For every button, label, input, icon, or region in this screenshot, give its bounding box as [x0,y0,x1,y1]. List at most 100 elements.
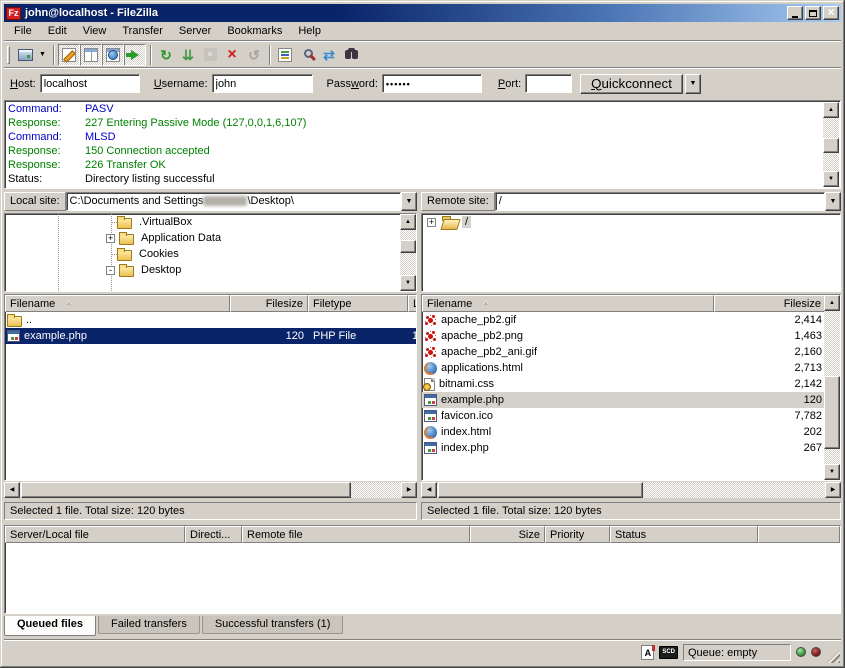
toggle-transfer-queue-button[interactable] [124,44,146,66]
disconnect-button[interactable]: × [221,44,243,66]
scrollbar-thumb[interactable] [824,376,840,449]
menu-bookmarks[interactable]: Bookmarks [219,23,290,40]
process-queue-button[interactable]: ⇊ [177,44,199,66]
file-row[interactable]: apache_pb2_ani.gif2,160 [422,344,826,360]
menu-server[interactable]: Server [171,23,219,40]
menu-file[interactable]: File [6,23,40,40]
file-row[interactable]: favicon.ico7,782 [422,408,826,424]
collapse-icon[interactable]: - [106,266,115,275]
toggle-message-log-button[interactable] [58,44,80,66]
directory-filters-button[interactable] [274,44,296,66]
column-status[interactable]: Status [610,526,758,543]
folder-icon [117,250,132,261]
close-button[interactable] [823,6,839,20]
remote-path-dropdown[interactable]: ▼ [825,192,841,211]
menu-transfer[interactable]: Transfer [114,23,171,40]
file-row[interactable]: bitnami.css2,142 [422,376,826,392]
scroll-left-icon[interactable]: ◀ [4,482,20,498]
resize-grip[interactable] [826,649,840,663]
file-row[interactable]: apache_pb2.gif2,414 [422,312,826,328]
remote-list-header: Filename▲ Filesize [422,295,826,312]
expand-icon[interactable]: + [427,218,436,227]
column-direction[interactable]: Directi... [185,526,242,543]
tree-item-cookies[interactable]: Cookies [5,246,416,262]
column-filesize[interactable]: Filesize [714,295,826,312]
tab-queued-files[interactable]: Queued files [4,616,96,636]
scrollbar-thumb[interactable] [400,240,416,253]
refresh-button[interactable]: ↻ [155,44,177,66]
username-label: Username: [154,78,208,90]
column-filename[interactable]: Filename▲ [422,295,714,312]
scroll-up-icon[interactable]: ▲ [400,214,416,230]
maximize-button[interactable] [805,6,821,20]
toggle-remote-tree-button[interactable] [102,44,124,66]
title-bar[interactable]: Fz john@localhost - FileZilla [4,4,841,22]
host-input[interactable] [40,74,140,93]
file-row[interactable]: index.php267 [422,440,826,456]
scroll-up-icon[interactable]: ▲ [823,102,839,118]
queue-arrow-icon [131,50,139,60]
local-list-hscrollbar[interactable]: ◀ ▶ [4,482,417,498]
html-file-icon [424,362,437,375]
file-row[interactable]: apache_pb2.png1,463 [422,328,826,344]
scrollbar-thumb[interactable] [21,482,351,498]
scroll-left-icon[interactable]: ◀ [421,482,437,498]
file-row-selected[interactable]: example.php120 [422,392,826,408]
remote-list-hscrollbar[interactable]: ◀ ▶ [421,482,841,498]
scrollbar-thumb[interactable] [438,482,643,498]
expand-icon[interactable]: + [106,234,115,243]
scrollbar-thumb[interactable] [823,138,839,153]
toggle-local-tree-button[interactable] [80,44,102,66]
password-input[interactable] [382,74,482,93]
file-row[interactable]: index.html202 [422,424,826,440]
column-last-modified[interactable]: L [408,295,417,312]
minimize-button[interactable] [787,6,803,20]
column-server-local-file[interactable]: Server/Local file [5,526,185,543]
scroll-down-icon[interactable]: ▼ [824,464,840,480]
file-row[interactable]: applications.html2,713 [422,360,826,376]
file-row-parent-dir[interactable]: .. [5,312,416,328]
quickconnect-dropdown[interactable]: ▼ [685,74,701,94]
menu-view[interactable]: View [75,23,115,40]
local-tree-scrollbar[interactable]: ▲ ▼ [400,214,416,291]
find-files-button[interactable] [340,44,362,66]
reconnect-button[interactable]: ↺ [243,44,265,66]
column-filetype[interactable]: Filetype [308,295,408,312]
remote-path-combo[interactable]: / ▼ [495,192,841,211]
username-input[interactable] [212,74,313,93]
remote-site-label: Remote site: [421,192,495,211]
compare-directories-button[interactable] [296,44,318,66]
file-row-selected[interactable]: example.php 120 PHP File 1 [5,328,416,344]
quickconnect-button[interactable]: Quickconnect [580,74,683,94]
site-manager-button[interactable] [14,44,36,66]
column-filename[interactable]: Filename▲ [5,295,230,312]
tree-item-root[interactable]: + / [422,214,840,230]
remote-directory-tree: + / [421,213,841,292]
menu-edit[interactable]: Edit [40,23,75,40]
scroll-up-icon[interactable]: ▲ [824,295,840,311]
column-remote-file[interactable]: Remote file [242,526,470,543]
menu-help[interactable]: Help [290,23,329,40]
tab-failed-transfers[interactable]: Failed transfers [98,616,200,634]
scroll-down-icon[interactable]: ▼ [400,275,416,291]
tree-item-virtualbox[interactable]: .VirtualBox [5,214,416,230]
log-scrollbar[interactable]: ▲ ▼ [823,102,839,187]
column-priority[interactable]: Priority [545,526,610,543]
site-manager-dropdown[interactable]: ▼ [36,44,49,66]
remote-list-scrollbar[interactable]: ▲ ▼ [824,295,840,480]
host-label: Host: [10,78,36,90]
column-filesize[interactable]: Filesize [230,295,308,312]
port-input[interactable] [525,74,572,93]
scroll-down-icon[interactable]: ▼ [823,171,839,187]
synchronized-browsing-button[interactable]: ⇄ [318,44,340,66]
scroll-right-icon[interactable]: ▶ [401,482,417,498]
tree-item-application-data[interactable]: + Application Data [5,230,416,246]
local-path-combo[interactable]: C:\Documents and Settings\Desktop\ ▼ [66,192,417,211]
tab-successful-transfers[interactable]: Successful transfers (1) [202,616,344,634]
cancel-operation-button[interactable]: × [199,44,221,66]
tree-item-desktop[interactable]: - Desktop [5,262,416,278]
local-path-dropdown[interactable]: ▼ [401,192,417,211]
scroll-right-icon[interactable]: ▶ [825,482,841,498]
password-label: Password: [327,78,378,90]
column-size[interactable]: Size [470,526,545,543]
